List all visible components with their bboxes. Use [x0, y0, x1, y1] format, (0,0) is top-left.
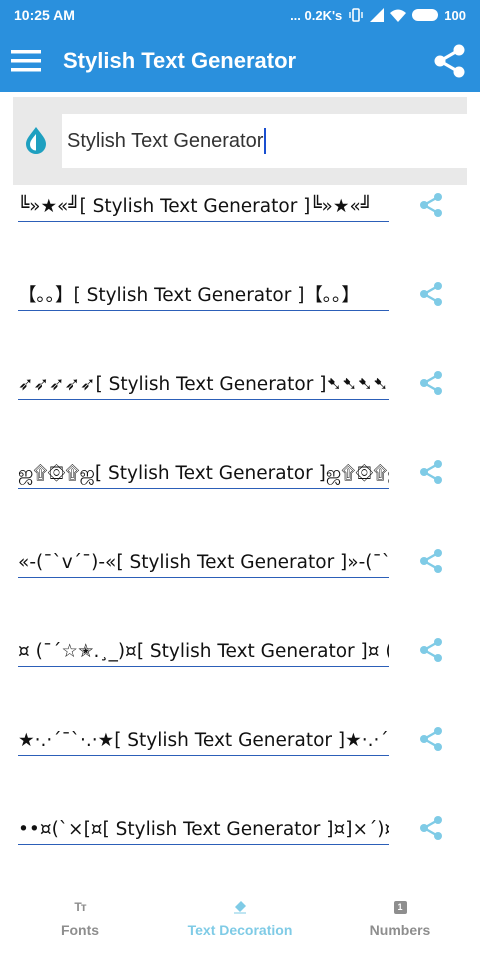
- result-text[interactable]: ★·.·´¯`·.·★[ Stylish Text Generator ]★·.…: [18, 726, 389, 756]
- app-bar: Stylish Text Generator: [0, 30, 480, 92]
- result-text[interactable]: ஜ۩۞۩ஜ[ Stylish Text Generator ]ஜ۩۞۩ஜ: [18, 459, 389, 489]
- result-row[interactable]: ¤ (¯´☆✭.¸_)¤[ Stylish Text Generator ]¤ …: [0, 631, 480, 691]
- nav-tab-numbers[interactable]: 1 Numbers: [320, 888, 480, 960]
- result-row[interactable]: ★·.·´¯`·.·★[ Stylish Text Generator ]★·.…: [0, 720, 480, 780]
- battery-level: 100: [444, 7, 466, 23]
- share-icon[interactable]: [418, 726, 444, 752]
- text-input[interactable]: Stylish Text Generator: [62, 114, 467, 168]
- result-row[interactable]: 【｡｡】[ Stylish Text Generator ]【｡｡】: [0, 275, 480, 335]
- share-icon[interactable]: [418, 459, 444, 485]
- result-text[interactable]: ••¤(`×[¤[ Stylish Text Generator ]¤]×´)¤…: [18, 815, 389, 845]
- result-row[interactable]: ➶➶➶➶➶[ Stylish Text Generator ]➷➷➷➷➷: [0, 364, 480, 424]
- result-row[interactable]: ╚»★«╝[ Stylish Text Generator ]╚»★«╝: [0, 186, 480, 246]
- input-card: Stylish Text Generator: [13, 97, 467, 185]
- result-row[interactable]: ஜ۩۞۩ஜ[ Stylish Text Generator ]ஜ۩۞۩ஜ: [0, 453, 480, 513]
- share-button[interactable]: [428, 39, 472, 83]
- status-indicators: ... 0.2K's 100: [290, 8, 466, 23]
- battery-icon: [412, 9, 439, 21]
- text-input-value: Stylish Text Generator: [67, 129, 264, 152]
- color-drop-icon[interactable]: [21, 125, 51, 155]
- app-title: Stylish Text Generator: [63, 48, 297, 73]
- share-icon: [434, 44, 465, 78]
- status-bar: 10:25 AM ... 0.2K's 100: [0, 0, 480, 30]
- share-icon[interactable]: [418, 815, 444, 841]
- result-row[interactable]: «-(¯`v´¯)-«[ Stylish Text Generator ]»-(…: [0, 542, 480, 602]
- nav-tab-fonts-label: Fonts: [60, 922, 100, 938]
- nav-tab-fonts[interactable]: Tт Fonts: [0, 888, 160, 960]
- fonts-icon: Tт: [74, 900, 86, 914]
- result-text[interactable]: «-(¯`v´¯)-«[ Stylish Text Generator ]»-(…: [18, 548, 389, 578]
- share-icon[interactable]: [418, 370, 444, 396]
- paint-bucket-icon: [232, 896, 248, 918]
- nav-tab-numbers-label: Numbers: [369, 922, 431, 938]
- result-text[interactable]: 【｡｡】[ Stylish Text Generator ]【｡｡】: [18, 281, 389, 311]
- status-time: 10:25 AM: [14, 7, 75, 23]
- nav-tab-text-decoration-label: Text Decoration: [187, 922, 293, 938]
- result-text[interactable]: ╚»★«╝[ Stylish Text Generator ]╚»★«╝: [18, 192, 389, 222]
- result-row[interactable]: ••¤(`×[¤[ Stylish Text Generator ]¤]×´)¤…: [0, 809, 480, 869]
- numbers-icon: 1: [393, 896, 407, 918]
- hamburger-menu-icon: [11, 50, 41, 72]
- wifi-icon: [390, 9, 407, 22]
- result-text[interactable]: ¤ (¯´☆✭.¸_)¤[ Stylish Text Generator ]¤ …: [18, 637, 389, 667]
- text-caret: [264, 128, 267, 154]
- share-icon[interactable]: [418, 548, 444, 574]
- menu-button[interactable]: [4, 39, 48, 83]
- share-icon[interactable]: [418, 192, 444, 218]
- nav-tab-text-decoration[interactable]: Text Decoration: [160, 888, 320, 960]
- signal-icon: [370, 8, 385, 22]
- share-icon[interactable]: [418, 637, 444, 663]
- share-icon[interactable]: [418, 281, 444, 307]
- network-speed: ... 0.2K's: [290, 7, 343, 23]
- result-text[interactable]: ➶➶➶➶➶[ Stylish Text Generator ]➷➷➷➷➷: [18, 370, 389, 400]
- bottom-nav: Tт Fonts Text Decoration 1 Numbers: [0, 888, 480, 960]
- vibrate-icon: [349, 8, 363, 22]
